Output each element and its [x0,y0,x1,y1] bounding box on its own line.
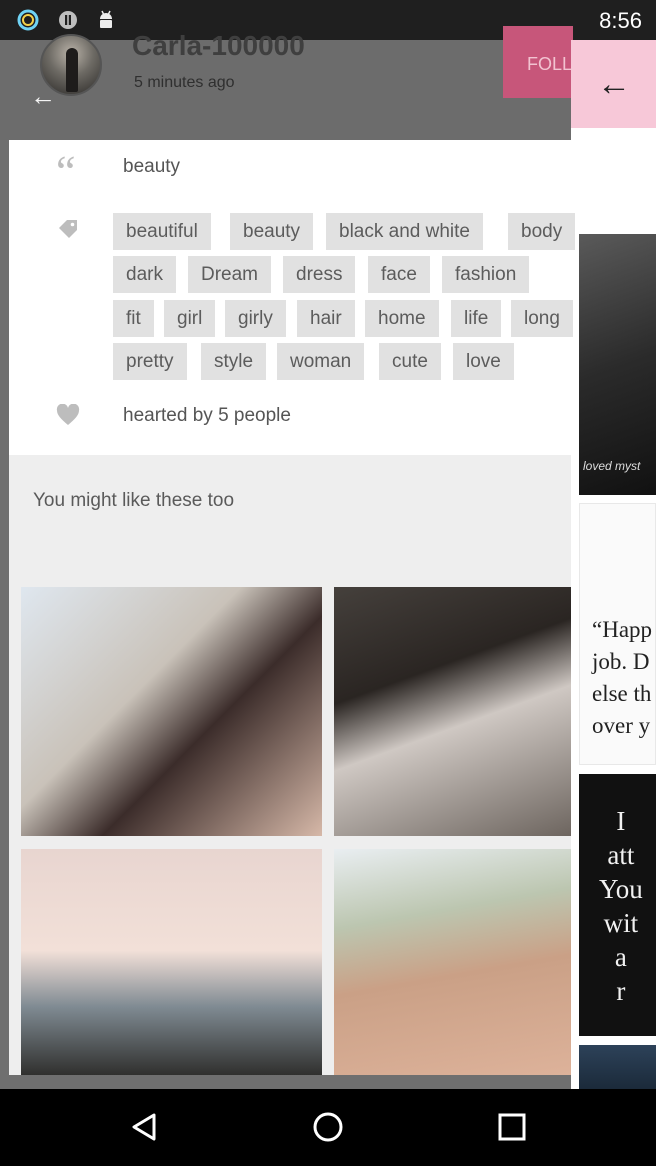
feed-thumbnail[interactable] [579,1045,656,1089]
tag-chip[interactable]: beautiful [113,213,211,250]
feed-thumbnail[interactable]: I att You wit a r [579,774,656,1036]
tag-chip[interactable]: dark [113,256,176,293]
suggested-photo[interactable] [334,587,571,836]
tag-chip[interactable]: fit [113,300,154,337]
tag-chip[interactable]: black and white [326,213,483,250]
tag-chip[interactable]: pretty [113,343,187,380]
nav-back-icon[interactable] [126,1109,162,1145]
suggested-photo[interactable] [21,587,322,836]
suggestions-title: You might like these too [33,490,235,511]
tag-chip[interactable]: fashion [442,256,530,293]
tag-chip[interactable]: style [201,343,267,380]
post-description: beauty [123,156,181,177]
tag-chip[interactable]: home [365,300,439,337]
block-icon [59,11,77,29]
back-button[interactable]: ← [571,40,656,128]
back-arrow-icon: ← [597,65,631,103]
suggested-photo[interactable] [334,849,571,1075]
tag-icon [59,220,77,238]
thumbnail-quote: I att You wit a r [599,806,643,1006]
tag-chip[interactable]: dress [283,256,356,293]
post-time: 5 minutes ago [134,74,235,91]
thumbnail-caption: loved myst [583,459,641,473]
hearted-count[interactable]: hearted by 5 people [123,405,291,427]
tag-chip[interactable]: beauty [230,213,314,250]
tag-chip[interactable]: girly [225,300,286,337]
heart-icon [56,404,80,425]
tag-chip[interactable]: long [511,300,573,337]
tag-chip[interactable]: face [368,256,430,293]
follow-button[interactable]: FOLLOW [503,26,573,98]
tag-chip[interactable]: life [451,300,502,337]
feed-thumbnail[interactable]: loved myst [579,234,656,495]
thumbnail-quote: “Happ job. D else th over y [592,617,653,738]
tag-chip[interactable]: cute [379,343,441,380]
quote-icon: “ [56,147,76,196]
tag-chip[interactable]: hair [297,300,355,337]
tag-chip[interactable]: Dream [188,256,272,293]
feed-thumbnail[interactable]: “Happ job. D else th over y [579,503,656,765]
tag-chip[interactable]: woman [277,343,365,380]
nav-recents-icon[interactable] [494,1109,530,1145]
suggested-photo[interactable] [21,849,322,1075]
circle-app-icon [17,9,39,31]
username[interactable]: Carla-100000 [132,30,305,62]
navigation-bar [0,1089,656,1166]
android-icon [100,10,112,28]
back-arrow-icon[interactable]: ← [30,82,62,110]
clock: 8:56 [599,8,642,33]
nav-home-icon[interactable] [310,1109,346,1145]
tag-chip[interactable]: love [453,343,514,380]
tag-chip[interactable]: body [508,213,576,250]
tag-chip[interactable]: girl [164,300,216,337]
